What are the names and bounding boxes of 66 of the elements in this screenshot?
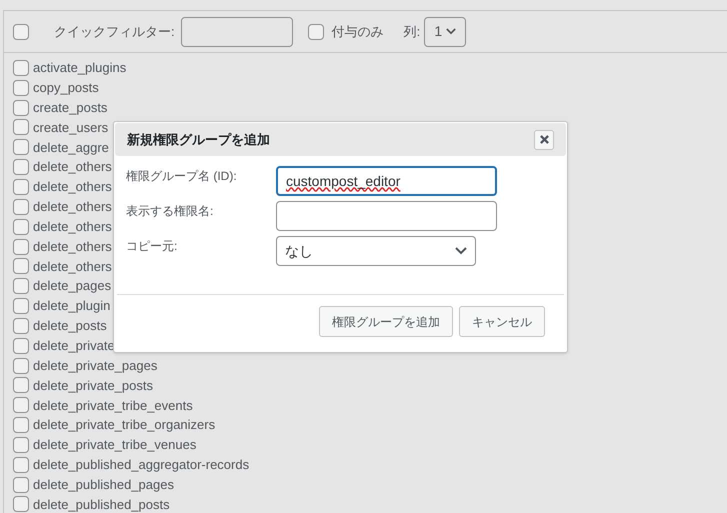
capability-label: activate_plugins	[33, 59, 126, 78]
checkbox[interactable]	[13, 397, 29, 414]
checkbox[interactable]	[13, 80, 29, 96]
capability-label: delete_published_pages	[33, 476, 174, 494]
checkbox[interactable]	[13, 338, 29, 354]
close-button[interactable]	[534, 130, 554, 150]
cancel-button[interactable]: キャンセル	[459, 306, 545, 337]
checkbox[interactable]	[13, 298, 29, 314]
columns-label: 列:	[404, 22, 420, 41]
columns-select[interactable]: 1	[424, 16, 466, 46]
capability-label: delete_pages	[33, 277, 112, 296]
checkbox[interactable]	[13, 278, 29, 294]
capability-label: create_posts	[33, 98, 108, 117]
capability-label: delete_private_pages	[33, 356, 158, 375]
granted-only-label: 付与のみ	[332, 22, 384, 41]
quick-filter-label: クイックフィルター:	[54, 22, 175, 41]
checkbox[interactable]	[13, 496, 29, 512]
dialog-title: 新規権限グループを追加	[127, 130, 270, 149]
checkbox[interactable]	[13, 238, 29, 255]
chevron-down-icon	[446, 28, 456, 35]
capability-label: delete_others	[33, 218, 112, 236]
checkbox[interactable]	[13, 358, 29, 374]
capability-label: delete_posts	[33, 317, 107, 336]
checkbox[interactable]	[13, 417, 29, 434]
input-field[interactable]: custompost_editor	[276, 166, 497, 196]
field-label: 権限グループ名 (ID):	[126, 168, 238, 185]
field-label: 表示する権限名:	[126, 203, 214, 220]
capability-label: delete_private_posts	[33, 376, 153, 395]
close-icon	[540, 135, 548, 144]
capability-label: delete_others	[33, 258, 112, 276]
chevron-down-icon	[455, 247, 467, 255]
checkbox[interactable]	[13, 159, 29, 176]
checkbox[interactable]	[13, 456, 29, 473]
capability-label: create_users	[33, 118, 108, 137]
checkbox[interactable]	[13, 119, 29, 136]
checkbox[interactable]	[13, 24, 29, 40]
capability-label: copy_posts	[33, 79, 99, 98]
capability-label: delete_others	[33, 238, 112, 256]
checkbox[interactable]	[13, 198, 29, 215]
checkbox[interactable]	[13, 476, 29, 493]
capability-label: delete_others	[33, 198, 112, 216]
checkbox[interactable]	[13, 218, 29, 235]
checkbox[interactable]	[13, 436, 29, 453]
checkbox[interactable]	[13, 139, 29, 156]
quick-filter-field[interactable]	[180, 16, 293, 46]
capability-label: delete_private_tribe_organizers	[33, 416, 216, 434]
select-field[interactable]: なし	[276, 236, 476, 266]
checkbox[interactable]	[13, 318, 29, 334]
capability-label: delete_others	[33, 158, 112, 176]
capability-label: delete_others	[33, 178, 112, 196]
checkbox[interactable]	[308, 24, 324, 40]
capability-label: delete_aggre	[33, 138, 109, 157]
checkbox[interactable]	[13, 60, 29, 76]
capability-label: delete_plugin	[33, 297, 110, 316]
capability-label: delete_published_aggregator-records	[33, 456, 250, 474]
field-label: コピー元:	[126, 238, 178, 255]
capability-label: delete_private_tribe_events	[33, 396, 193, 415]
capability-label: delete_published_posts	[33, 496, 170, 513]
add-group-button[interactable]: 権限グループを追加	[319, 306, 453, 337]
capability-label: delete_private_tribe_venues	[33, 436, 196, 454]
input-field[interactable]	[276, 201, 497, 231]
checkbox[interactable]	[13, 100, 29, 116]
checkbox[interactable]	[13, 258, 29, 274]
capability-label: delete_private	[33, 336, 115, 355]
checkbox[interactable]	[13, 377, 29, 394]
checkbox[interactable]	[13, 178, 29, 195]
